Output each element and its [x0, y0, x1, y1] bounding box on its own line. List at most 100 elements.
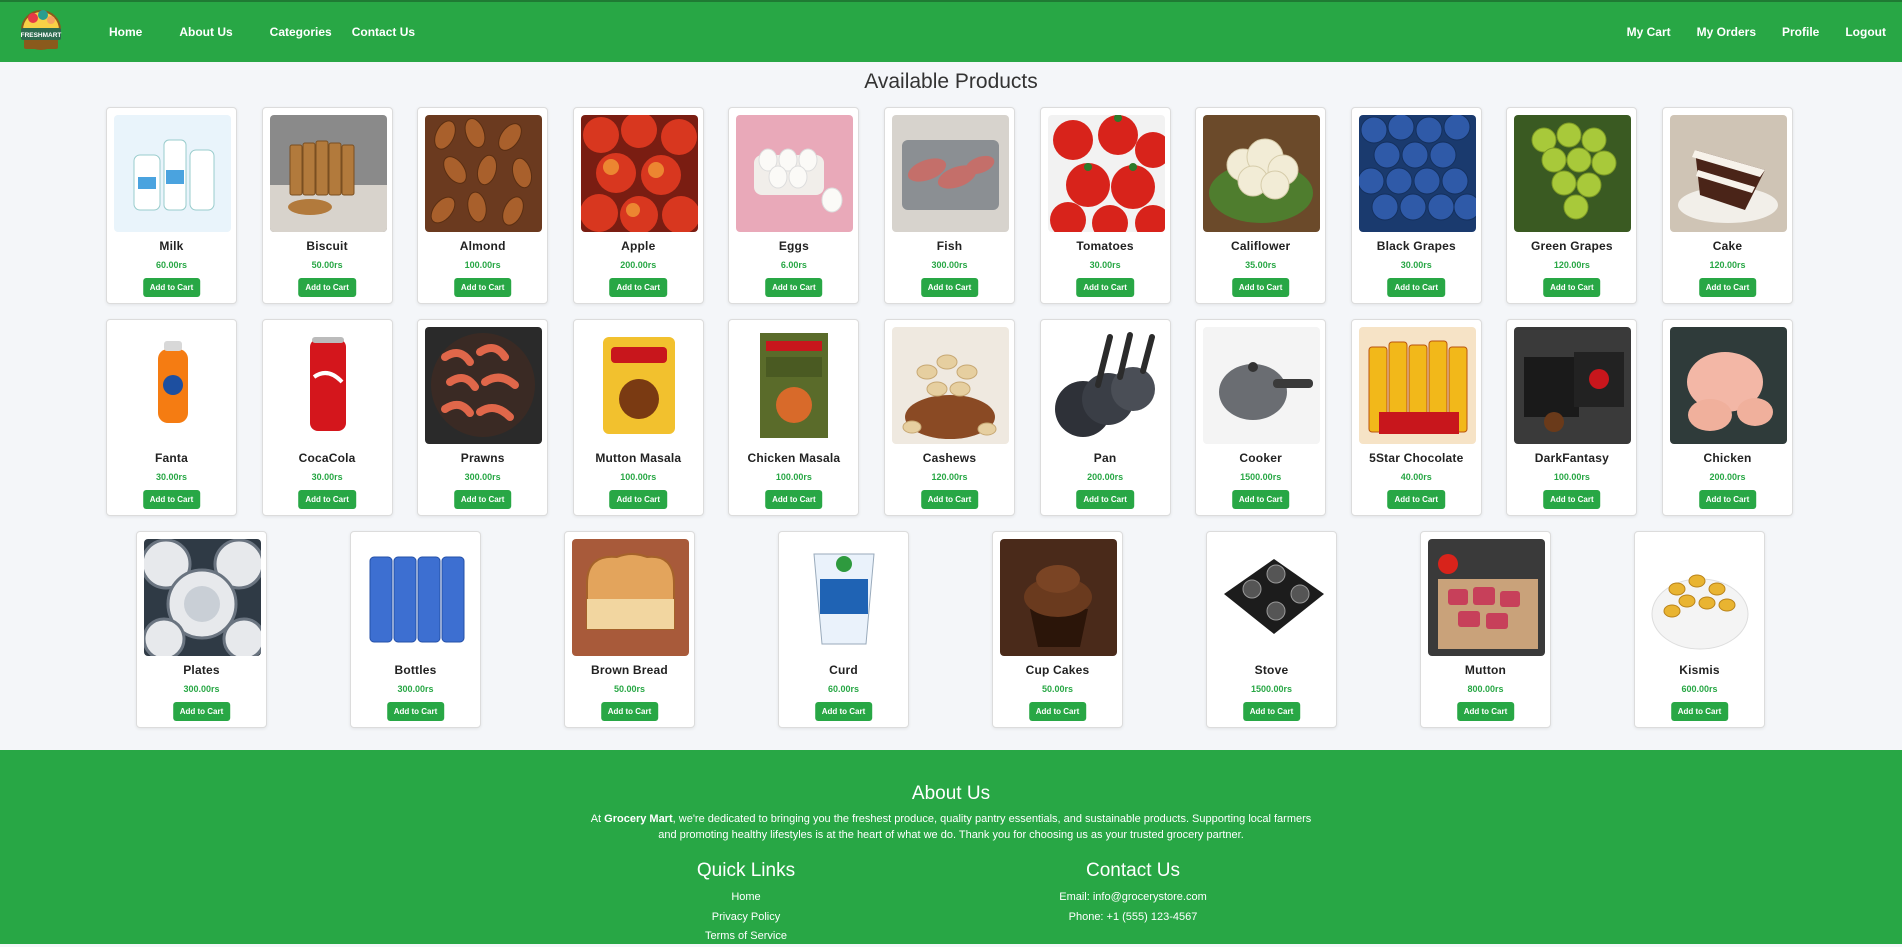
product-card-cooker: Cooker 1500.00rs Add to Cart	[1195, 319, 1327, 516]
add-to-cart-button[interactable]: Add to Cart	[1387, 490, 1446, 509]
product-card-califlower: Califlower 35.00rs Add to Cart	[1195, 107, 1327, 304]
product-price: 60.00rs	[827, 684, 860, 694]
black-grapes-icon	[1358, 115, 1476, 232]
chicken-icon	[1670, 327, 1787, 444]
product-name: Brown Bread	[591, 663, 668, 677]
product-name: Tomatoes	[1076, 239, 1134, 253]
add-to-cart-button[interactable]: Add to Cart	[453, 278, 512, 297]
product-price: 30.00rs	[311, 472, 343, 482]
product-price: 120.00rs	[1709, 260, 1746, 270]
cupcakes-icon	[1000, 539, 1117, 656]
add-to-cart-button[interactable]: Add to Cart	[920, 278, 979, 297]
product-name: Stove	[1254, 663, 1289, 677]
add-to-cart-button[interactable]: Add to Cart	[1456, 702, 1515, 721]
footer-link-home[interactable]: Home	[646, 888, 846, 908]
add-to-cart-button[interactable]: Add to Cart	[142, 490, 201, 509]
product-card-stove: Stove 1500.00rs Add to Cart	[1206, 531, 1337, 728]
product-card-green-grapes: Green Grapes 120.00rs Add to Cart	[1506, 107, 1638, 304]
nav-my-cart-link[interactable]: My Cart	[1627, 25, 1671, 39]
add-to-cart-button[interactable]: Add to Cart	[1028, 702, 1087, 721]
add-to-cart-button[interactable]: Add to Cart	[1076, 278, 1134, 297]
product-card-chicken: Chicken 200.00rs Add to Cart	[1662, 319, 1793, 516]
nav-home-link[interactable]: Home	[109, 25, 142, 39]
product-card-cake: Cake 120.00rs Add to Cart	[1662, 107, 1793, 304]
product-card-prawns: Prawns 300.00rs Add to Cart	[417, 319, 549, 516]
stove-icon	[1214, 539, 1331, 656]
product-name: Cooker	[1239, 451, 1282, 465]
product-price: 35.00rs	[1245, 260, 1277, 270]
product-name: Cashews	[922, 451, 977, 465]
add-to-cart-button[interactable]: Add to Cart	[920, 490, 979, 509]
product-price: 800.00rs	[1467, 684, 1504, 694]
product-price: 200.00rs	[1709, 472, 1746, 482]
add-to-cart-button[interactable]: Add to Cart	[1543, 278, 1601, 297]
add-to-cart-button[interactable]: Add to Cart	[1698, 490, 1757, 509]
add-to-cart-button[interactable]: Add to Cart	[1231, 490, 1290, 509]
product-name: Plates	[183, 663, 220, 677]
product-card-cocacola: CocaCola 30.00rs Add to Cart	[261, 319, 393, 516]
product-name: Milk	[159, 239, 184, 253]
add-to-cart-button[interactable]: Add to Cart	[386, 702, 445, 721]
contact-email: Email: info@grocerystore.com	[1059, 891, 1207, 903]
freshmart-logo[interactable]: FRESHMART	[16, 8, 66, 56]
footer-about-text: At Grocery Mart, we're dedicated to brin…	[585, 811, 1317, 843]
add-to-cart-button[interactable]: Add to Cart	[609, 278, 668, 297]
nav-categories-link[interactable]: Categories	[270, 25, 332, 39]
add-to-cart-button[interactable]: Add to Cart	[609, 490, 668, 509]
cashews-icon	[892, 327, 1009, 444]
product-card-tomatoes: Tomatoes 30.00rs Add to Cart	[1039, 107, 1171, 304]
add-to-cart-button[interactable]: Add to Cart	[142, 278, 201, 297]
product-name: Bottles	[394, 663, 437, 677]
product-name: Prawns	[460, 451, 505, 465]
product-price: 30.00rs	[1400, 260, 1432, 270]
product-price: 300.00rs	[464, 472, 501, 482]
add-to-cart-button[interactable]: Add to Cart	[172, 702, 231, 721]
nav-my-orders-link[interactable]: My Orders	[1697, 25, 1756, 39]
nav-contact-link[interactable]: Contact Us	[352, 25, 415, 39]
nav-logout-link[interactable]: Logout	[1845, 25, 1886, 39]
product-name: Chicken	[1703, 451, 1752, 465]
add-to-cart-button[interactable]: Add to Cart	[1231, 278, 1290, 297]
product-name: Almond	[459, 239, 506, 253]
green-grapes-icon	[1514, 115, 1632, 232]
product-name: Curd	[829, 663, 858, 677]
add-to-cart-button[interactable]: Add to Cart	[1242, 702, 1301, 721]
eggs-icon	[736, 115, 854, 232]
add-to-cart-button[interactable]: Add to Cart	[600, 702, 659, 721]
product-price: 30.00rs	[1089, 260, 1121, 270]
fish-icon	[892, 115, 1009, 232]
add-to-cart-button[interactable]: Add to Cart	[765, 278, 823, 297]
product-price: 120.00rs	[931, 472, 968, 482]
cocacola-icon	[269, 327, 387, 444]
add-to-cart-button[interactable]: Add to Cart	[298, 278, 356, 297]
product-price: 6.00rs	[780, 260, 807, 270]
product-name: 5Star Chocolate	[1369, 451, 1464, 465]
add-to-cart-button[interactable]: Add to Cart	[1543, 490, 1601, 509]
add-to-cart-button[interactable]: Add to Cart	[765, 490, 823, 509]
product-name: Mutton	[1464, 663, 1507, 677]
add-to-cart-button[interactable]: Add to Cart	[1076, 490, 1134, 509]
bottles-icon	[358, 539, 475, 656]
add-to-cart-button[interactable]: Add to Cart	[814, 702, 873, 721]
nav-about-link[interactable]: About Us	[179, 25, 232, 39]
darkfantasy-icon	[1514, 327, 1632, 444]
page-title: Available Products	[864, 70, 1038, 93]
product-price: 300.00rs	[183, 684, 220, 694]
add-to-cart-button[interactable]: Add to Cart	[1670, 702, 1729, 721]
mutton-icon	[1428, 539, 1545, 656]
add-to-cart-button[interactable]: Add to Cart	[453, 490, 512, 509]
nav-profile-link[interactable]: Profile	[1782, 25, 1819, 39]
product-name: Green Grapes	[1531, 239, 1613, 253]
product-card-apple: Apple 200.00rs Add to Cart	[572, 107, 704, 304]
product-price: 1500.00rs	[1250, 684, 1293, 694]
product-name: Mutton Masala	[595, 451, 682, 465]
add-to-cart-button[interactable]: Add to Cart	[298, 490, 356, 509]
footer-quick-links: Quick Links Home Privacy Policy Terms of…	[646, 860, 846, 947]
add-to-cart-button[interactable]: Add to Cart	[1387, 278, 1446, 297]
add-to-cart-button[interactable]: Add to Cart	[1698, 278, 1757, 297]
about-body: , we're dedicated to bringing you the fr…	[658, 813, 1312, 841]
top-navbar: FRESHMART Home About Us Categories Conta…	[0, 0, 1902, 62]
cooker-icon	[1203, 327, 1321, 444]
product-card-cashews: Cashews 120.00rs Add to Cart	[884, 319, 1015, 516]
footer-link-privacy[interactable]: Privacy Policy	[646, 908, 846, 928]
